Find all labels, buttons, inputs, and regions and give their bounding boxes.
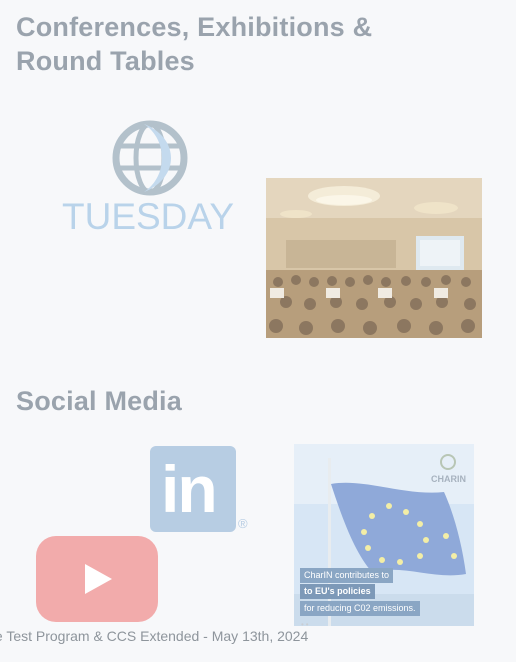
post-caption-line-3: for reducing C02 emissions.	[300, 601, 420, 616]
social-media-section-title: Social Media	[16, 386, 182, 416]
charin-eu-post[interactable]: CHARIN CharIN contributes to to EU's pol…	[294, 444, 474, 626]
charin-logo-text: CHARIN	[431, 474, 466, 484]
tuesday-logo[interactable]: TUESDAY	[58, 120, 244, 240]
conference-photo[interactable]	[266, 178, 482, 338]
globe-icon	[112, 120, 188, 196]
tuesday-wordmark: TUESDAY	[62, 196, 235, 237]
conferences-section-title: Conferences, Exhibitions & Round Tables	[16, 12, 373, 76]
linkedin-icon: in	[150, 446, 236, 532]
registered-mark: ®	[238, 516, 248, 531]
linkedin-link[interactable]: in ®	[150, 446, 252, 536]
news-ticker-caption[interactable]: rmance Test Program & CCS Extended - May…	[0, 628, 308, 644]
youtube-play-icon	[85, 564, 112, 594]
conference-room-image	[266, 178, 482, 338]
post-caption-line-2: to EU's policies	[300, 584, 375, 599]
page: Conferences, Exhibitions & Round Tables …	[0, 0, 516, 662]
post-caption-line-1: CharIN contributes to	[300, 568, 394, 583]
youtube-link[interactable]	[36, 536, 158, 622]
linkedin-logo-text: in	[161, 452, 218, 526]
